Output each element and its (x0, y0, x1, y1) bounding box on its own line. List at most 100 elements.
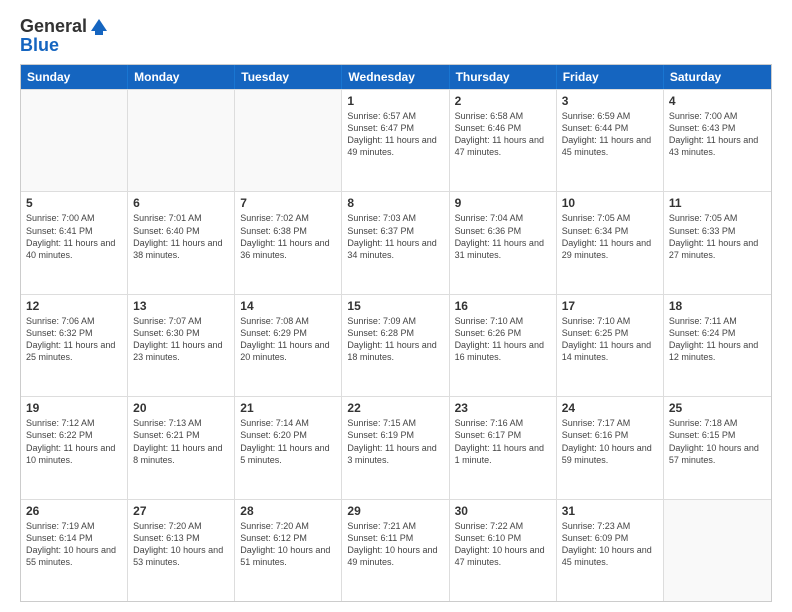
logo-general-text: General (20, 16, 87, 37)
day-number: 7 (240, 196, 336, 210)
cell-info: Sunrise: 7:11 AM Sunset: 6:24 PM Dayligh… (669, 315, 766, 364)
cell-info: Sunrise: 6:59 AM Sunset: 6:44 PM Dayligh… (562, 110, 658, 159)
day-number: 18 (669, 299, 766, 313)
day-number: 9 (455, 196, 551, 210)
table-row: 26Sunrise: 7:19 AM Sunset: 6:14 PM Dayli… (21, 500, 128, 601)
day-number: 3 (562, 94, 658, 108)
cell-info: Sunrise: 7:04 AM Sunset: 6:36 PM Dayligh… (455, 212, 551, 261)
cell-info: Sunrise: 7:20 AM Sunset: 6:13 PM Dayligh… (133, 520, 229, 569)
cell-info: Sunrise: 7:10 AM Sunset: 6:25 PM Dayligh… (562, 315, 658, 364)
table-row: 29 Sunrise: 7:21 AM Sunset: 6:11 PM Dayli… (342, 500, 449, 601)
cell-info: Sunrise: 7:03 AM Sunset: 6:37 PM Dayligh… (347, 212, 443, 261)
table-row: 27 Sunrise: 7:20 AM Sunset: 6:13 PM Dayli… (128, 500, 235, 601)
table-row (21, 90, 128, 191)
cell-info: Sunrise: 7:20 AM Sunset: 6:12 PM Dayligh… (240, 520, 336, 569)
day-number: 27 (133, 504, 229, 518)
day-number: 17 (562, 299, 658, 313)
cell-info: Sunrise: 7:23 AM Sunset: 6:09 PM Dayligh… (562, 520, 658, 569)
cell-info: Sunrise: 7:05 AM Sunset: 6:34 PM Dayligh… (562, 212, 658, 261)
day-number: 14 (240, 299, 336, 313)
table-row: 28 Sunrise: 7:20 AM Sunset: 6:12 PM Dayli… (235, 500, 342, 601)
calendar-row-5: 26Sunrise: 7:19 AM Sunset: 6:14 PM Dayli… (21, 499, 771, 601)
table-row: 30Sunrise: 7:22 AM Sunset: 6:10 PM Dayli… (450, 500, 557, 601)
day-number: 8 (347, 196, 443, 210)
cell-info: Sunrise: 7:12 AM Sunset: 6:22 PM Dayligh… (26, 417, 122, 466)
table-row: 7 Sunrise: 7:02 AM Sunset: 6:38 PM Daylig… (235, 192, 342, 293)
table-row (664, 500, 771, 601)
table-row: 20 Sunrise: 7:13 AM Sunset: 6:21 PM Dayli… (128, 397, 235, 498)
logo: General Blue (20, 16, 109, 56)
table-row: 9 Sunrise: 7:04 AM Sunset: 6:36 PM Daylig… (450, 192, 557, 293)
cell-info: Sunrise: 7:01 AM Sunset: 6:40 PM Dayligh… (133, 212, 229, 261)
header-cell-thursday: Thursday (450, 65, 557, 89)
header-cell-friday: Friday (557, 65, 664, 89)
cell-info: Sunrise: 7:16 AM Sunset: 6:17 PM Dayligh… (455, 417, 551, 466)
cell-info: Sunrise: 7:00 AM Sunset: 6:41 PM Dayligh… (26, 212, 122, 261)
day-number: 22 (347, 401, 443, 415)
table-row: 31Sunrise: 7:23 AM Sunset: 6:09 PM Dayli… (557, 500, 664, 601)
day-number: 29 (347, 504, 443, 518)
table-row: 4 Sunrise: 7:00 AM Sunset: 6:43 PM Daylig… (664, 90, 771, 191)
cell-info: Sunrise: 7:00 AM Sunset: 6:43 PM Dayligh… (669, 110, 766, 159)
day-number: 2 (455, 94, 551, 108)
day-number: 13 (133, 299, 229, 313)
day-number: 20 (133, 401, 229, 415)
calendar: SundayMondayTuesdayWednesdayThursdayFrid… (20, 64, 772, 602)
calendar-row-4: 19 Sunrise: 7:12 AM Sunset: 6:22 PM Dayli… (21, 396, 771, 498)
logo-icon (89, 17, 109, 37)
cell-info: Sunrise: 7:13 AM Sunset: 6:21 PM Dayligh… (133, 417, 229, 466)
table-row: 24 Sunrise: 7:17 AM Sunset: 6:16 PM Dayli… (557, 397, 664, 498)
cell-info: Sunrise: 6:57 AM Sunset: 6:47 PM Dayligh… (347, 110, 443, 159)
table-row: 1 Sunrise: 6:57 AM Sunset: 6:47 PM Daylig… (342, 90, 449, 191)
header-cell-wednesday: Wednesday (342, 65, 449, 89)
table-row: 23 Sunrise: 7:16 AM Sunset: 6:17 PM Dayli… (450, 397, 557, 498)
header-cell-monday: Monday (128, 65, 235, 89)
cell-info: Sunrise: 7:21 AM Sunset: 6:11 PM Dayligh… (347, 520, 443, 569)
cell-info: Sunrise: 6:58 AM Sunset: 6:46 PM Dayligh… (455, 110, 551, 159)
cell-info: Sunrise: 7:17 AM Sunset: 6:16 PM Dayligh… (562, 417, 658, 466)
table-row: 6Sunrise: 7:01 AM Sunset: 6:40 PM Daylig… (128, 192, 235, 293)
table-row: 15 Sunrise: 7:09 AM Sunset: 6:28 PM Dayli… (342, 295, 449, 396)
day-number: 30 (455, 504, 551, 518)
logo-blue-text: Blue (20, 35, 109, 56)
cell-info: Sunrise: 7:05 AM Sunset: 6:33 PM Dayligh… (669, 212, 766, 261)
cell-info: Sunrise: 7:06 AM Sunset: 6:32 PM Dayligh… (26, 315, 122, 364)
day-number: 19 (26, 401, 122, 415)
table-row: 18 Sunrise: 7:11 AM Sunset: 6:24 PM Dayli… (664, 295, 771, 396)
day-number: 23 (455, 401, 551, 415)
calendar-body: 1 Sunrise: 6:57 AM Sunset: 6:47 PM Daylig… (21, 89, 771, 601)
cell-info: Sunrise: 7:14 AM Sunset: 6:20 PM Dayligh… (240, 417, 336, 466)
day-number: 21 (240, 401, 336, 415)
day-number: 15 (347, 299, 443, 313)
calendar-row-3: 12 Sunrise: 7:06 AM Sunset: 6:32 PM Dayli… (21, 294, 771, 396)
header-cell-tuesday: Tuesday (235, 65, 342, 89)
day-number: 25 (669, 401, 766, 415)
day-number: 16 (455, 299, 551, 313)
day-number: 1 (347, 94, 443, 108)
calendar-header: SundayMondayTuesdayWednesdayThursdayFrid… (21, 65, 771, 89)
cell-info: Sunrise: 7:08 AM Sunset: 6:29 PM Dayligh… (240, 315, 336, 364)
cell-info: Sunrise: 7:07 AM Sunset: 6:30 PM Dayligh… (133, 315, 229, 364)
table-row: 13 Sunrise: 7:07 AM Sunset: 6:30 PM Dayli… (128, 295, 235, 396)
day-number: 11 (669, 196, 766, 210)
cell-info: Sunrise: 7:09 AM Sunset: 6:28 PM Dayligh… (347, 315, 443, 364)
table-row: 5Sunrise: 7:00 AM Sunset: 6:41 PM Daylig… (21, 192, 128, 293)
table-row: 17 Sunrise: 7:10 AM Sunset: 6:25 PM Dayli… (557, 295, 664, 396)
calendar-row-2: 5Sunrise: 7:00 AM Sunset: 6:41 PM Daylig… (21, 191, 771, 293)
table-row (128, 90, 235, 191)
day-number: 4 (669, 94, 766, 108)
table-row (235, 90, 342, 191)
table-row: 3 Sunrise: 6:59 AM Sunset: 6:44 PM Daylig… (557, 90, 664, 191)
header-cell-saturday: Saturday (664, 65, 771, 89)
table-row: 11 Sunrise: 7:05 AM Sunset: 6:33 PM Dayli… (664, 192, 771, 293)
header: General Blue (20, 16, 772, 56)
calendar-row-1: 1 Sunrise: 6:57 AM Sunset: 6:47 PM Daylig… (21, 89, 771, 191)
day-number: 28 (240, 504, 336, 518)
table-row: 8 Sunrise: 7:03 AM Sunset: 6:37 PM Daylig… (342, 192, 449, 293)
day-number: 24 (562, 401, 658, 415)
day-number: 10 (562, 196, 658, 210)
cell-info: Sunrise: 7:02 AM Sunset: 6:38 PM Dayligh… (240, 212, 336, 261)
table-row: 2 Sunrise: 6:58 AM Sunset: 6:46 PM Daylig… (450, 90, 557, 191)
day-number: 12 (26, 299, 122, 313)
cell-info: Sunrise: 7:10 AM Sunset: 6:26 PM Dayligh… (455, 315, 551, 364)
